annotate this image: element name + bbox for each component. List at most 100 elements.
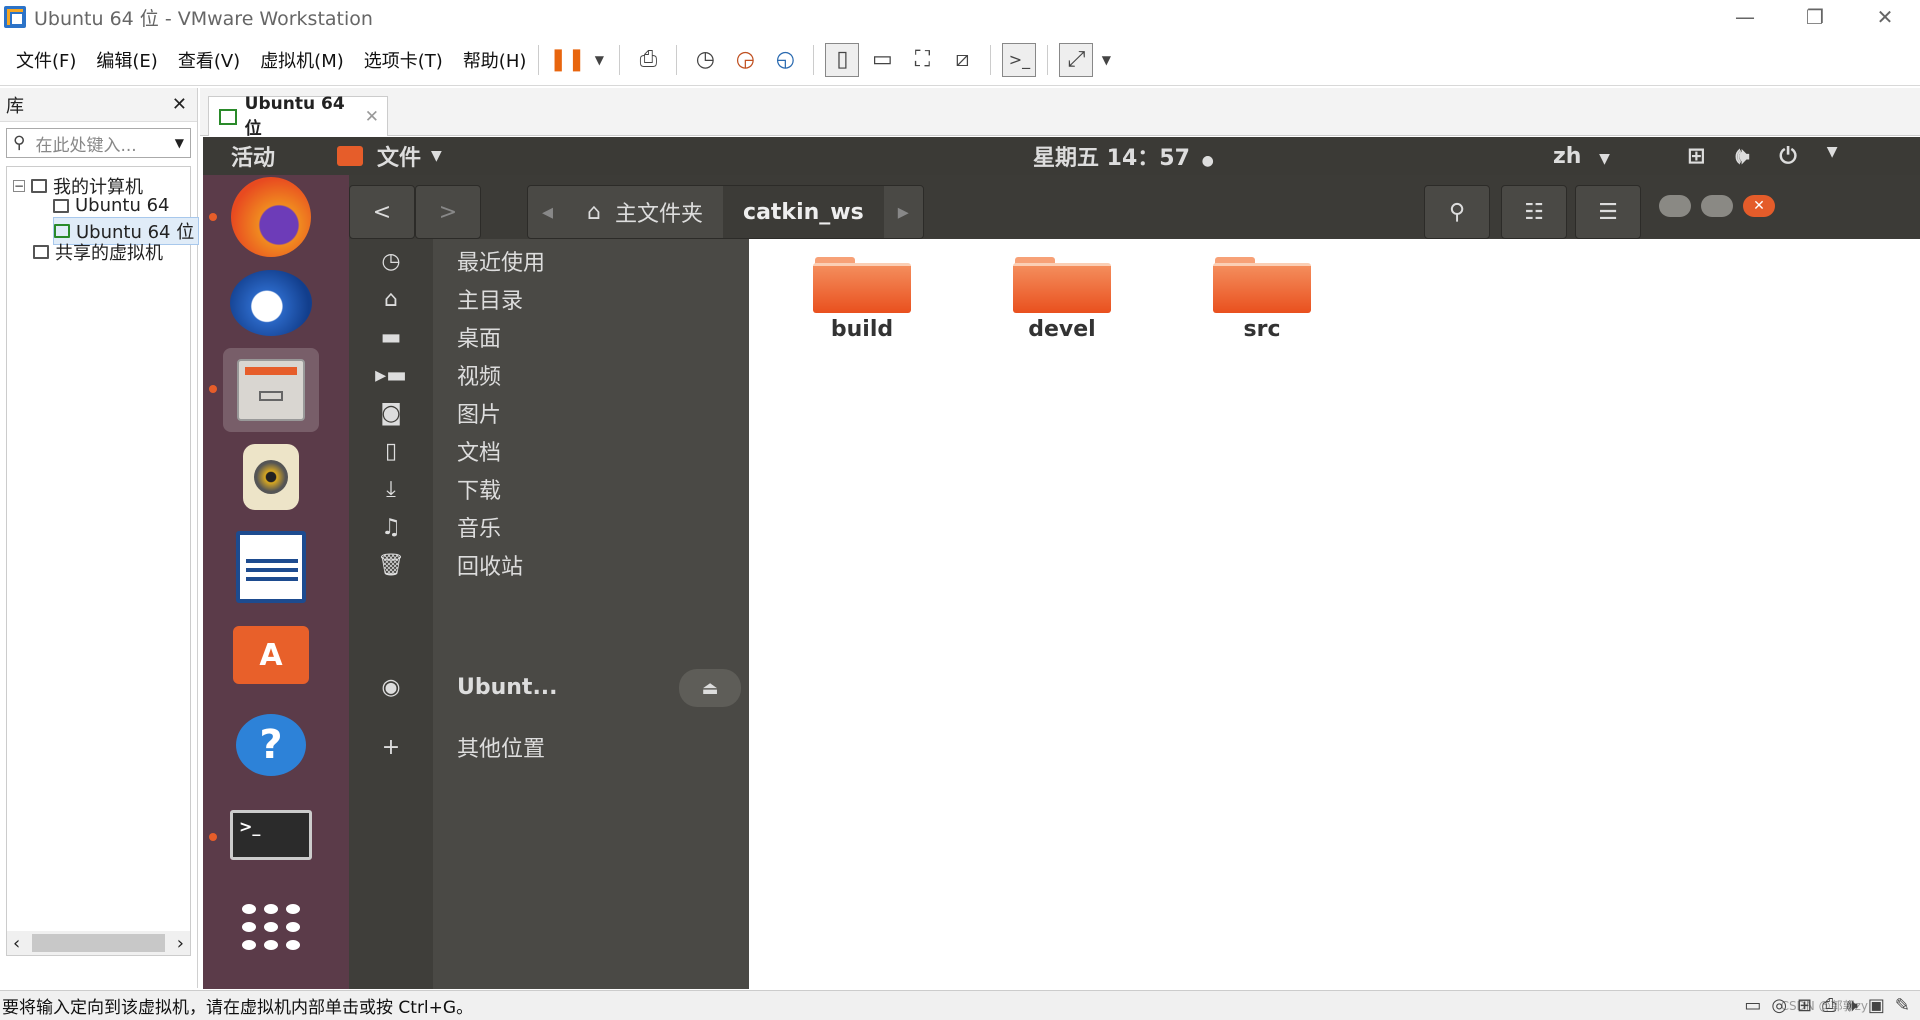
library-search-input[interactable]: ⚲ 在此处键入... ▼: [6, 128, 191, 158]
clock-icon: ◷: [381, 248, 401, 274]
menu-button[interactable]: ☰: [1575, 185, 1641, 239]
places-sidebar: ◷ 最近使用 ⌂ 主目录 ▬ 桌面 ▸▬ 视频 ◙ 图片 ▯ 文档 ⤓ 下载 ♫ 音乐 🗑 回收站…: [349, 239, 749, 989]
computer-icon: [31, 179, 47, 193]
activities-button[interactable]: 活动: [231, 140, 275, 172]
window-maximize-icon[interactable]: [1701, 195, 1733, 217]
window-close-icon[interactable]: ✕: [1743, 195, 1775, 217]
library-search-placeholder: 在此处键入...: [35, 135, 137, 156]
chevron-down-icon[interactable]: ▼: [1099, 43, 1113, 77]
chevron-down-icon[interactable]: ▼: [175, 136, 184, 150]
minimize-button[interactable]: —: [1710, 0, 1780, 34]
tree-node-vm1[interactable]: Ubuntu 64: [53, 195, 170, 216]
path-current-button[interactable]: catkin_ws: [723, 186, 884, 238]
menu-help[interactable]: 帮助(H): [463, 47, 527, 73]
thumbnail-bar-icon[interactable]: ▭: [865, 43, 899, 77]
restore-button[interactable]: ❐: [1780, 0, 1850, 34]
tab-strip: Ubuntu 64 位 ✕: [200, 88, 1920, 139]
system-tray[interactable]: ⊞ 🕪 ⏻ ▼: [1687, 144, 1838, 169]
toolbar-divider: [813, 44, 815, 75]
menu-file[interactable]: 文件(F): [16, 47, 76, 73]
sidebar-item-label: 视频: [457, 365, 502, 390]
sidebar-item-trash[interactable]: 🗑 回收站: [349, 543, 749, 587]
full-screen-icon[interactable]: ⛶: [905, 43, 939, 77]
unity-icon[interactable]: ⧄: [945, 43, 979, 77]
snapshot-manager-icon[interactable]: ◵: [768, 43, 802, 77]
display-icon[interactable]: ▣: [1868, 995, 1885, 1016]
library-panel: 库 ✕ ⚲ 在此处键入... ▼ − 我的计算机 Ubuntu 64 Ubunt…: [0, 88, 200, 988]
chevron-down-icon[interactable]: ▼: [1827, 144, 1838, 169]
path-scroll-left-icon[interactable]: ◂: [528, 186, 568, 238]
sidebar-item-label: 回收站: [457, 555, 524, 580]
app-menu-button[interactable]: 文件 ▼: [337, 140, 442, 172]
scroll-right-icon[interactable]: ›: [177, 933, 184, 954]
hard-disk-icon[interactable]: ▭: [1744, 995, 1761, 1016]
send-ctrl-alt-del-icon[interactable]: ⎙: [631, 43, 665, 77]
eject-button[interactable]: ⏏: [679, 669, 741, 707]
network-adapter-icon[interactable]: ⊞: [1797, 995, 1812, 1016]
sound-icon[interactable]: 🕪: [1847, 995, 1858, 1016]
file-view[interactable]: build devel src: [753, 239, 1920, 989]
path-scroll-right-icon[interactable]: ▸: [883, 186, 923, 238]
message-log-icon[interactable]: ✎: [1895, 995, 1910, 1016]
library-title: 库: [6, 95, 24, 117]
pause-icon[interactable]: ❚❚: [549, 43, 586, 77]
power-icon[interactable]: ⏻: [1779, 144, 1796, 169]
rhythmbox-icon[interactable]: [223, 435, 319, 519]
scrollbar-thumb[interactable]: [32, 934, 165, 952]
path-home-button[interactable]: ⌂ 主文件夹: [567, 186, 724, 238]
help-icon[interactable]: ?: [223, 703, 319, 787]
view-toggle-button[interactable]: ☷: [1501, 185, 1567, 239]
vm-console[interactable]: 活动 文件 ▼ 星期五 14：57 ● zh ▼ ⊞ 🕪 ⏻ ▼ A ? >_ …: [203, 137, 1920, 989]
folder-icon: ▬: [380, 324, 402, 350]
scroll-left-icon[interactable]: ‹: [13, 933, 20, 954]
snapshot-icon[interactable]: ◷: [688, 43, 722, 77]
close-button[interactable]: ✕: [1850, 0, 1920, 34]
chevron-down-icon[interactable]: ▼: [590, 43, 608, 77]
app-grid-icon[interactable]: [223, 885, 319, 969]
library-close-icon[interactable]: ✕: [172, 94, 187, 115]
menu-edit[interactable]: 编辑(E): [96, 47, 157, 73]
input-method-button[interactable]: zh ▼: [1553, 144, 1610, 169]
files-icon[interactable]: [223, 348, 319, 432]
collapse-icon[interactable]: −: [13, 179, 25, 193]
back-button[interactable]: <: [349, 185, 415, 239]
terminal-icon[interactable]: >_: [223, 793, 319, 877]
sidebar-item-label: 最近使用: [457, 251, 546, 276]
revert-snapshot-icon[interactable]: ◶: [728, 43, 762, 77]
folder-item[interactable]: src: [1197, 257, 1327, 342]
search-icon: ⚲: [13, 133, 26, 153]
menu-vm[interactable]: 虚拟机(M): [260, 47, 344, 73]
stretch-view-icon[interactable]: ⤢: [1059, 42, 1094, 77]
firefox-icon[interactable]: [223, 175, 319, 259]
printer-icon[interactable]: ⎙: [1822, 995, 1836, 1016]
console-view-icon[interactable]: >_: [1002, 42, 1037, 77]
show-library-icon[interactable]: ▯: [825, 42, 860, 77]
sidebar-item-other-locations[interactable]: + 其他位置: [349, 725, 749, 769]
tab-ubuntu[interactable]: Ubuntu 64 位 ✕: [208, 94, 388, 139]
clock[interactable]: 星期五 14：57 ●: [1033, 140, 1214, 172]
sidebar-item-label: 其他位置: [457, 737, 546, 762]
folder-icon: [813, 257, 911, 313]
network-icon[interactable]: ⊞: [1687, 144, 1705, 169]
vm-icon: [53, 198, 69, 213]
toolbar-divider: [619, 44, 621, 75]
tree-node-shared[interactable]: 共享的虚拟机: [33, 239, 163, 265]
cd-dvd-icon[interactable]: ◎: [1771, 995, 1787, 1016]
toolbar-divider: [676, 44, 678, 75]
path-home-label: 主文件夹: [615, 202, 704, 227]
folder-item[interactable]: devel: [997, 257, 1127, 342]
sidebar-item-label: 图片: [457, 403, 502, 428]
tab-close-icon[interactable]: ✕: [365, 107, 379, 127]
forward-button[interactable]: >: [415, 185, 481, 239]
menu-tabs[interactable]: 选项卡(T): [364, 47, 443, 73]
software-center-icon[interactable]: A: [223, 613, 319, 697]
search-button[interactable]: ⚲: [1424, 185, 1490, 239]
window-minimize-icon[interactable]: [1659, 195, 1691, 217]
horizontal-scrollbar[interactable]: ‹ ›: [7, 931, 190, 955]
menu-view[interactable]: 查看(V): [178, 47, 240, 73]
volume-icon[interactable]: 🕪: [1735, 144, 1749, 169]
chevron-down-icon: ▼: [1599, 150, 1610, 167]
thunderbird-icon[interactable]: [223, 261, 319, 345]
libreoffice-writer-icon[interactable]: [223, 525, 319, 609]
folder-item[interactable]: build: [797, 257, 927, 342]
